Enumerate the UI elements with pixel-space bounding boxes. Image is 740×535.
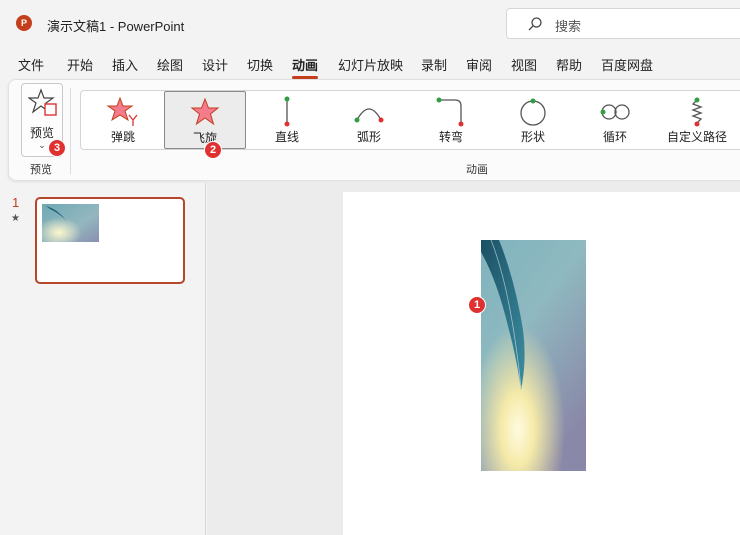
step-badge-3: 3 — [48, 139, 66, 157]
animation-turn[interactable]: 转弯 — [410, 91, 492, 149]
feather-image — [481, 240, 586, 471]
tab-design[interactable]: 设计 — [202, 55, 228, 74]
tab-home[interactable]: 开始 — [67, 55, 93, 74]
ribbon-tabs: 文件 开始 插入 绘图 设计 切换 动画 幻灯片放映 录制 审阅 视图 帮助 百… — [0, 50, 740, 79]
animation-turn-label: 转弯 — [438, 130, 463, 144]
slide-thumbnail-1[interactable] — [35, 197, 185, 284]
slide-number: 1 — [12, 195, 20, 210]
tab-review[interactable]: 审阅 — [466, 55, 492, 74]
tab-file[interactable]: 文件 — [18, 55, 44, 74]
animation-line[interactable]: 直线 — [246, 91, 328, 149]
editing-canvas: 1 — [207, 183, 740, 535]
shape-path-icon — [520, 98, 546, 126]
animations-ribbon: 预览 ⌄ 3 预览 弹跳 飞旋 直线 弧形 转弯 形状 循环 自定义路径 2 动… — [8, 79, 740, 181]
search-placeholder: 搜索 — [555, 19, 582, 34]
arc-path-icon — [354, 108, 384, 123]
animation-custom-path-label: 自定义路径 — [666, 130, 727, 144]
step-badge-1: 1 — [468, 296, 486, 314]
animations-group-label: 动画 — [466, 164, 488, 176]
step-badge-2: 2 — [204, 141, 222, 159]
group-divider — [70, 88, 71, 174]
custom-path-icon — [691, 97, 703, 127]
tab-view[interactable]: 视图 — [511, 55, 537, 74]
title-bar: P 演示文稿1 - PowerPoint 搜索 — [0, 0, 740, 46]
preview-star-icon — [28, 88, 57, 116]
window-title: 演示文稿1 - PowerPoint — [47, 19, 185, 34]
tab-animations[interactable]: 动画 — [292, 55, 319, 79]
animation-gallery: 弹跳 飞旋 直线 弧形 转弯 形状 循环 自定义路径 — [80, 90, 740, 150]
animation-arc-label: 弧形 — [356, 130, 381, 144]
tab-baidu-netdisk[interactable]: 百度网盘 — [601, 55, 653, 74]
search-icon — [528, 17, 542, 31]
powerpoint-logo-icon: P — [16, 15, 32, 31]
line-path-icon — [284, 96, 290, 127]
turn-path-icon — [436, 97, 464, 127]
tab-slideshow[interactable]: 幻灯片放映 — [338, 55, 403, 74]
animation-arc[interactable]: 弧形 — [328, 91, 410, 149]
preview-group-label: 预览 — [30, 164, 52, 176]
animation-line-label: 直线 — [274, 130, 299, 144]
spin-star-icon — [190, 97, 220, 126]
animation-bounce-label: 弹跳 — [110, 130, 135, 144]
tab-record[interactable]: 录制 — [421, 55, 447, 74]
search-box[interactable]: 搜索 — [506, 8, 740, 39]
tab-help[interactable]: 帮助 — [556, 55, 582, 74]
animation-shape[interactable]: 形状 — [492, 91, 574, 149]
thumbnail-picture — [42, 204, 99, 242]
animation-shape-label: 形状 — [520, 130, 545, 144]
slide[interactable]: 1 — [343, 192, 740, 535]
slide-thumbnail-pane: 1 ★ — [0, 183, 206, 535]
feather-picture[interactable] — [481, 240, 586, 471]
animation-loop-label: 循环 — [602, 130, 627, 144]
loop-path-icon — [600, 104, 630, 120]
animation-loop[interactable]: 循环 — [574, 91, 656, 149]
bounce-star-icon — [106, 96, 138, 126]
tab-draw[interactable]: 绘图 — [157, 55, 183, 74]
animation-spin[interactable]: 飞旋 — [164, 91, 246, 149]
tab-insert[interactable]: 插入 — [112, 55, 138, 74]
animation-bounce[interactable]: 弹跳 — [82, 91, 164, 149]
tab-transitions[interactable]: 切换 — [247, 55, 273, 74]
animation-custom-path[interactable]: 自定义路径 — [656, 91, 738, 149]
animation-star-icon: ★ — [11, 213, 20, 224]
